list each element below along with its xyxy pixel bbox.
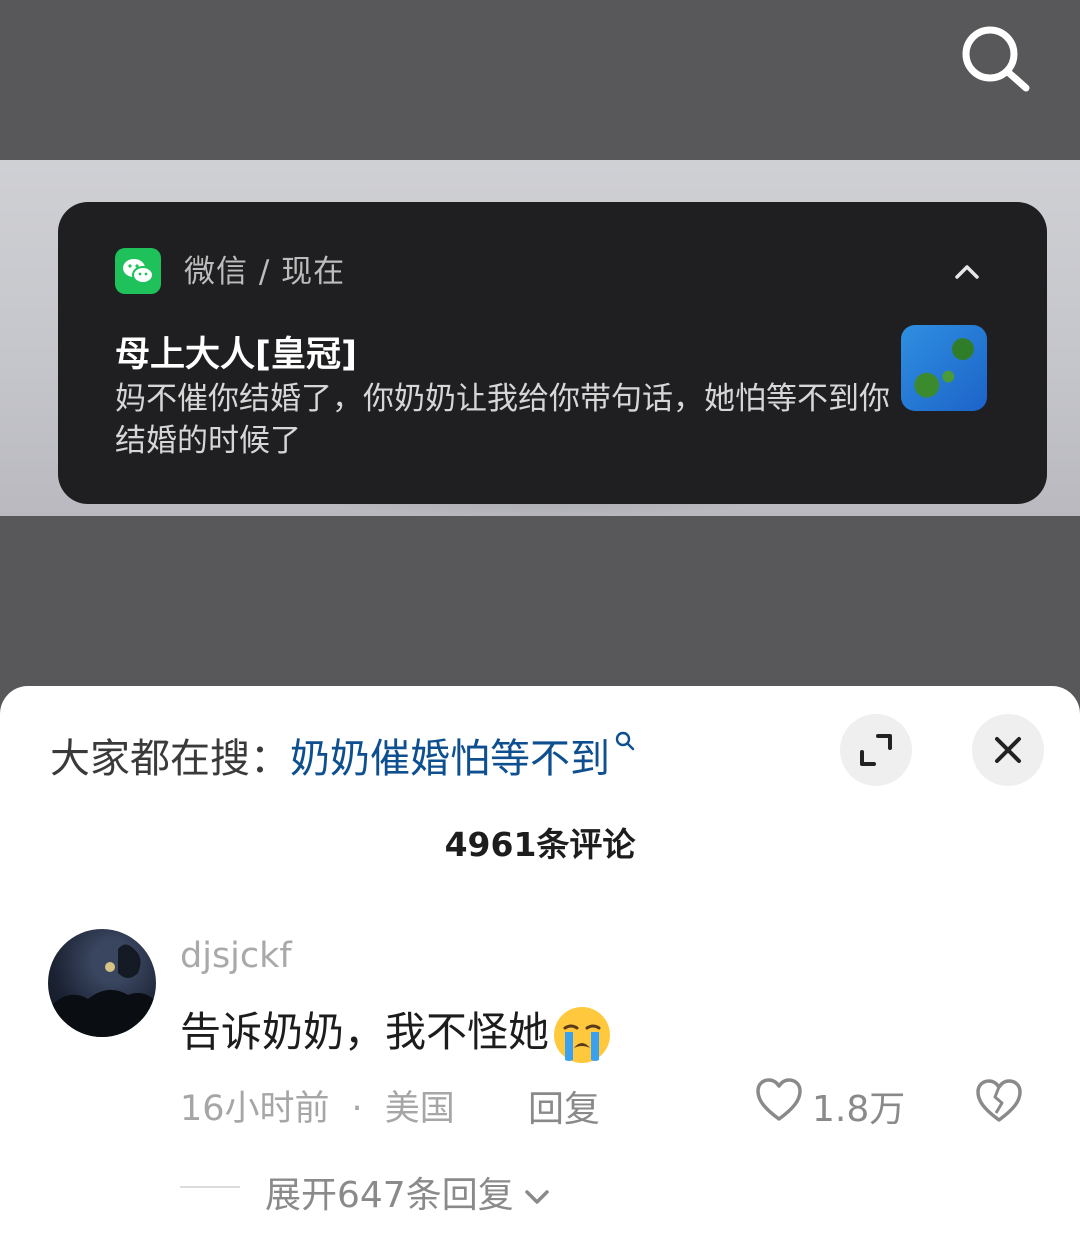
avatar[interactable] bbox=[48, 929, 156, 1037]
collapse-notification-button[interactable] bbox=[951, 256, 983, 288]
comments-sheet: 大家都在搜：奶奶催婚怕等不到 4961条评论 djsjckf 告诉奶奶，我不怪她 bbox=[0, 686, 1080, 1259]
wechat-notification[interactable]: 微信 / 现在 母上大人[皇冠] 妈不催你结婚了，你奶奶让我给你带句话，她怕等不… bbox=[58, 202, 1047, 504]
hot-search-term[interactable]: 奶奶催婚怕等不到 bbox=[290, 736, 610, 782]
search-small-icon bbox=[615, 731, 635, 751]
expand-button[interactable] bbox=[840, 714, 912, 786]
heart-icon bbox=[756, 1078, 802, 1121]
divider bbox=[180, 1186, 240, 1188]
comment-meta: 16小时前 · 美国 bbox=[180, 1089, 455, 1129]
comment-username[interactable]: djsjckf bbox=[180, 936, 292, 976]
expand-replies-button[interactable]: 展开647条回复 bbox=[265, 1166, 552, 1218]
search-icon bbox=[962, 26, 1030, 92]
broken-heart-icon bbox=[976, 1079, 1022, 1122]
notification-app-time: 微信 / 现在 bbox=[184, 254, 346, 290]
comment-count: 4961条评论 bbox=[444, 825, 636, 864]
dislike-button[interactable] bbox=[974, 1077, 1024, 1125]
chevron-up-icon bbox=[955, 265, 979, 279]
close-button[interactable] bbox=[972, 714, 1044, 786]
comment-location: 美国 bbox=[384, 1089, 455, 1129]
crying-emoji bbox=[554, 1007, 610, 1063]
video-player[interactable]: 微信 / 现在 母上大人[皇冠] 妈不催你结婚了，你奶奶让我给你带句话，她怕等不… bbox=[0, 0, 1080, 700]
search-button[interactable] bbox=[958, 22, 1032, 96]
notification-message: 妈不催你结婚了，你奶奶让我给你带句话，她怕等不到你结婚的时候了 bbox=[115, 381, 890, 459]
expand-replies-label: 展开647条回复 bbox=[265, 1175, 514, 1216]
hot-search-label: 大家都在搜： bbox=[50, 736, 290, 782]
reply-button[interactable]: 回复 bbox=[528, 1080, 600, 1132]
expand-icon bbox=[860, 734, 892, 766]
wechat-icon bbox=[115, 248, 161, 294]
comment-time: 16小时前 bbox=[180, 1089, 330, 1129]
hot-search-bar: 大家都在搜：奶奶催婚怕等不到 bbox=[50, 726, 636, 784]
close-icon bbox=[995, 737, 1021, 763]
sender-avatar-thumbnail bbox=[901, 325, 987, 411]
comment-body: 告诉奶奶，我不怪她 bbox=[180, 998, 613, 1066]
like-button[interactable]: 1.8万 bbox=[754, 1076, 914, 1130]
comment-text: 告诉奶奶，我不怪她 bbox=[180, 1008, 549, 1056]
notification-sender: 母上大人[皇冠] bbox=[115, 335, 357, 375]
like-count: 1.8万 bbox=[812, 1089, 906, 1130]
chevron-down-icon bbox=[524, 1190, 549, 1204]
